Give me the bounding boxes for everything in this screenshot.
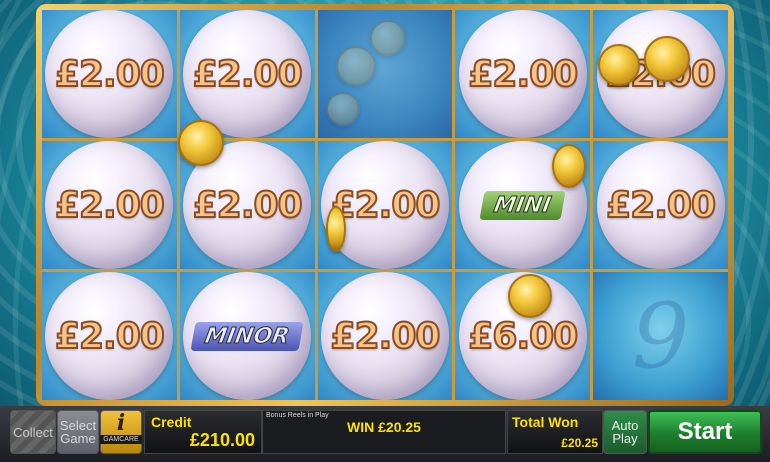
pearl-icon: £2.00	[45, 10, 174, 138]
reel-cell-empty	[317, 10, 453, 138]
credit-value: £210.00	[189, 430, 255, 450]
prize-amount: £2.00	[330, 315, 442, 358]
game-label: Game	[60, 431, 96, 446]
reel-cell: £2.00	[179, 10, 315, 138]
gold-coin-icon	[508, 274, 552, 318]
gold-coin-icon	[369, 20, 406, 56]
minor-jackpot-badge: MINOR	[190, 321, 304, 351]
play-label: Play	[612, 431, 638, 446]
pearl-icon: £2.00	[320, 272, 449, 400]
start-label: Start	[677, 418, 733, 445]
ghost-nine-icon: 9	[631, 283, 690, 389]
prize-amount: £2.00	[54, 315, 166, 358]
auto-play-button[interactable]: Auto Play	[603, 410, 647, 454]
prize-amount: £2.00	[192, 53, 304, 96]
gold-coin-icon	[552, 144, 586, 188]
start-button[interactable]: Start	[648, 410, 762, 454]
reel-cell: £2.00	[42, 10, 177, 138]
total-won-display: Total Won £20.25	[507, 410, 603, 454]
prize-amount: £2.00	[467, 53, 579, 96]
gold-coin-icon	[178, 120, 224, 166]
message-display: Bonus Reels in Play WIN £20.25	[262, 410, 506, 454]
reel-cell: £2.00	[317, 272, 453, 400]
status-text: Bonus Reels in Play	[266, 412, 329, 419]
reel-cell: £2.00	[42, 141, 177, 269]
reel-cell: £2.00	[455, 10, 591, 138]
pearl-icon: £2.00	[45, 141, 174, 269]
prize-amount: £2.00	[54, 53, 166, 96]
gold-coin-icon	[335, 46, 376, 86]
mini-jackpot-badge: MINI	[479, 190, 566, 220]
pearl-icon: £2.00	[45, 272, 174, 400]
credit-display: Credit £210.00	[144, 410, 262, 454]
select-game-button[interactable]: Select Game	[57, 410, 99, 454]
prize-amount: £2.00	[605, 184, 717, 227]
total-won-value: £20.25	[561, 436, 598, 450]
pearl-icon: £2.00	[458, 10, 587, 138]
info-button[interactable]: i GAMCARE	[100, 410, 142, 454]
pearl-icon: £2.00	[183, 10, 312, 138]
collect-button[interactable]: Collect	[10, 410, 56, 454]
gold-coin-icon	[325, 92, 360, 126]
prize-amount: £2.00	[54, 184, 166, 227]
collect-label: Collect	[13, 424, 53, 440]
info-icon: i	[116, 410, 126, 436]
prize-amount: £2.00	[330, 184, 442, 227]
reel-cell: £2.00	[593, 141, 728, 269]
gamcare-logo: GAMCARE	[100, 435, 142, 444]
prize-amount: £6.00	[467, 315, 579, 358]
win-text: WIN £20.25	[347, 419, 421, 435]
gold-coin-icon	[644, 36, 690, 82]
reel-cell-empty: 9	[593, 272, 728, 400]
reel-cell: MINOR	[179, 272, 315, 400]
pearl-icon: MINOR	[183, 272, 312, 400]
gold-coin-icon	[326, 206, 346, 252]
credit-label: Credit	[151, 414, 192, 430]
total-won-label: Total Won	[512, 414, 579, 430]
reel-cell: £2.00	[42, 272, 177, 400]
prize-amount: £2.00	[192, 184, 304, 227]
gold-coin-icon	[598, 44, 640, 86]
pearl-icon: £2.00	[596, 141, 725, 269]
